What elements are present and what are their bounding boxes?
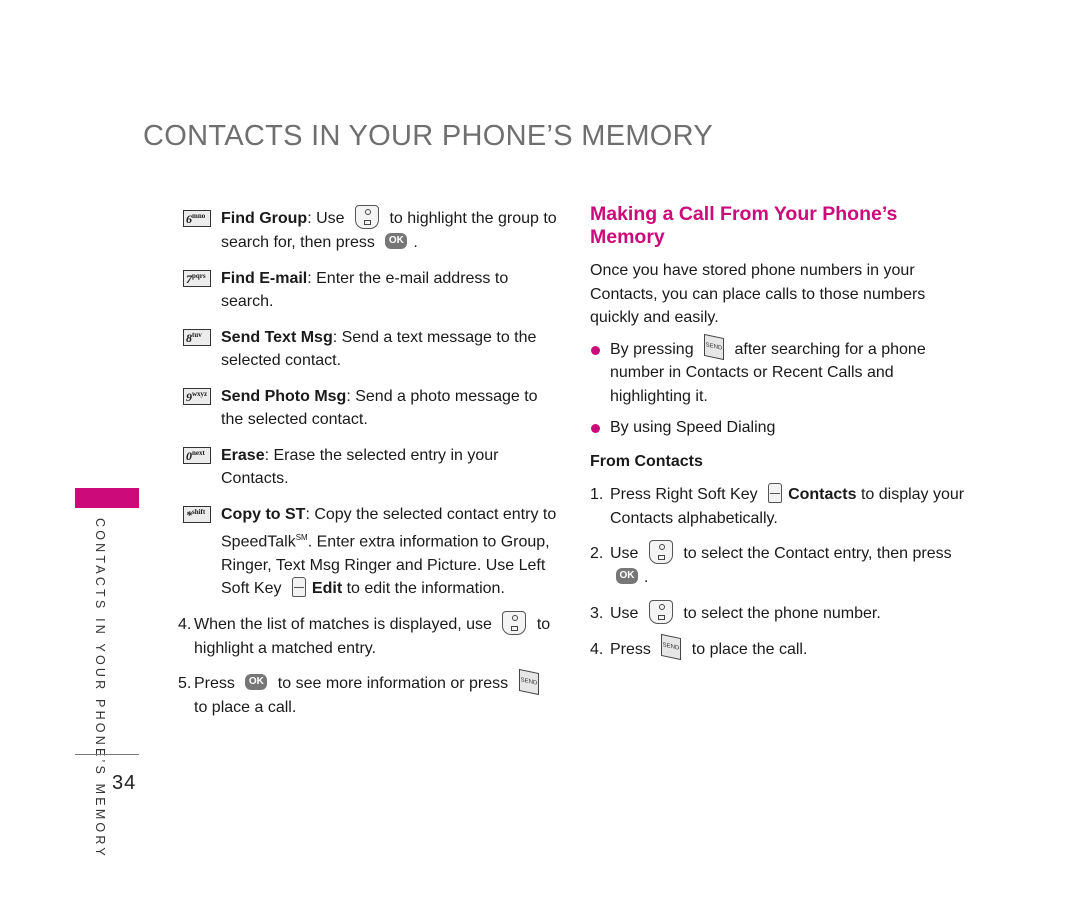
send-key-icon: SEND	[518, 668, 539, 696]
key-9-icon: 9wxyz	[183, 387, 211, 405]
key-star-icon: *shift	[183, 505, 211, 523]
navigation-key-icon	[502, 610, 527, 635]
ok-key-icon: OK	[616, 567, 638, 584]
navigation-key-icon	[648, 540, 673, 564]
option-find-email: 7pqrs Find E-mail: Enter the e-mail addr…	[183, 267, 558, 314]
send-key-icon: SEND	[704, 334, 725, 361]
ok-key-icon: OK	[245, 674, 268, 691]
page-number: 34	[112, 772, 137, 794]
option-title: Find E-mail	[221, 269, 308, 287]
subheading: From Contacts	[590, 452, 703, 470]
option-copy-to-st: *shift Copy to ST: Copy the selected con…	[183, 503, 558, 601]
option-send-text-msg: 8tuv Send Text Msg: Send a text message …	[183, 326, 558, 373]
bullet-item: By pressing SEND after searching for a p…	[590, 334, 970, 409]
option-title: Find Group	[221, 210, 308, 228]
key-0-icon: 0next	[183, 446, 211, 464]
key-8-icon: 8tuv	[183, 328, 211, 346]
option-erase: 0next Erase: Erase the selected entry in…	[183, 444, 558, 491]
section-tab-accent	[75, 488, 139, 508]
intro-paragraph: Once you have stored phone numbers in yo…	[590, 262, 926, 326]
option-title: Send Photo Msg	[221, 387, 347, 405]
step-3: 3. Use to select the phone number.	[590, 599, 970, 626]
bullet-dot-icon	[591, 424, 600, 433]
right-soft-key-icon	[768, 482, 783, 503]
step-1: 1. Press Right Soft Key Contacts to disp…	[590, 482, 970, 530]
step-4: 4. Press SEND to place the call.	[590, 634, 970, 662]
option-title: Erase	[221, 446, 265, 464]
navigation-key-icon	[355, 205, 379, 229]
send-key-icon: SEND	[661, 634, 682, 661]
option-find-group: 6mno Find Group: Use to highlight the gr…	[183, 205, 558, 255]
key-7-icon: 7pqrs	[183, 269, 211, 287]
key-6-icon: 6mno	[183, 210, 211, 227]
left-column: 6mno Find Group: Use to highlight the gr…	[178, 205, 558, 731]
left-soft-key-icon	[291, 577, 306, 598]
footer-rule	[75, 754, 139, 755]
bullet-dot-icon	[591, 345, 600, 355]
ok-key-icon: OK	[385, 232, 408, 249]
option-title: Copy to ST	[221, 505, 306, 523]
option-title: Send Text Msg	[221, 328, 333, 346]
bullet-item: By using Speed Dialing	[590, 416, 970, 440]
step-4: 4. When the list of matches is displayed…	[178, 610, 558, 661]
navigation-key-icon	[648, 599, 673, 624]
step-2: 2. Use to select the Contact entry, then…	[590, 540, 970, 590]
option-send-photo-msg: 9wxyz Send Photo Msg: Send a photo messa…	[183, 385, 558, 432]
step-5: 5. Press OK to see more information or p…	[178, 668, 558, 719]
section-side-label: CONTACTS IN YOUR PHONE’S MEMORY	[93, 518, 107, 859]
section-heading: Making a Call From Your Phone’s Memory	[590, 203, 898, 248]
right-column: Making a Call From Your Phone’s Memory O…	[590, 203, 970, 673]
page-title: CONTACTS IN YOUR PHONE’S MEMORY	[143, 120, 714, 152]
